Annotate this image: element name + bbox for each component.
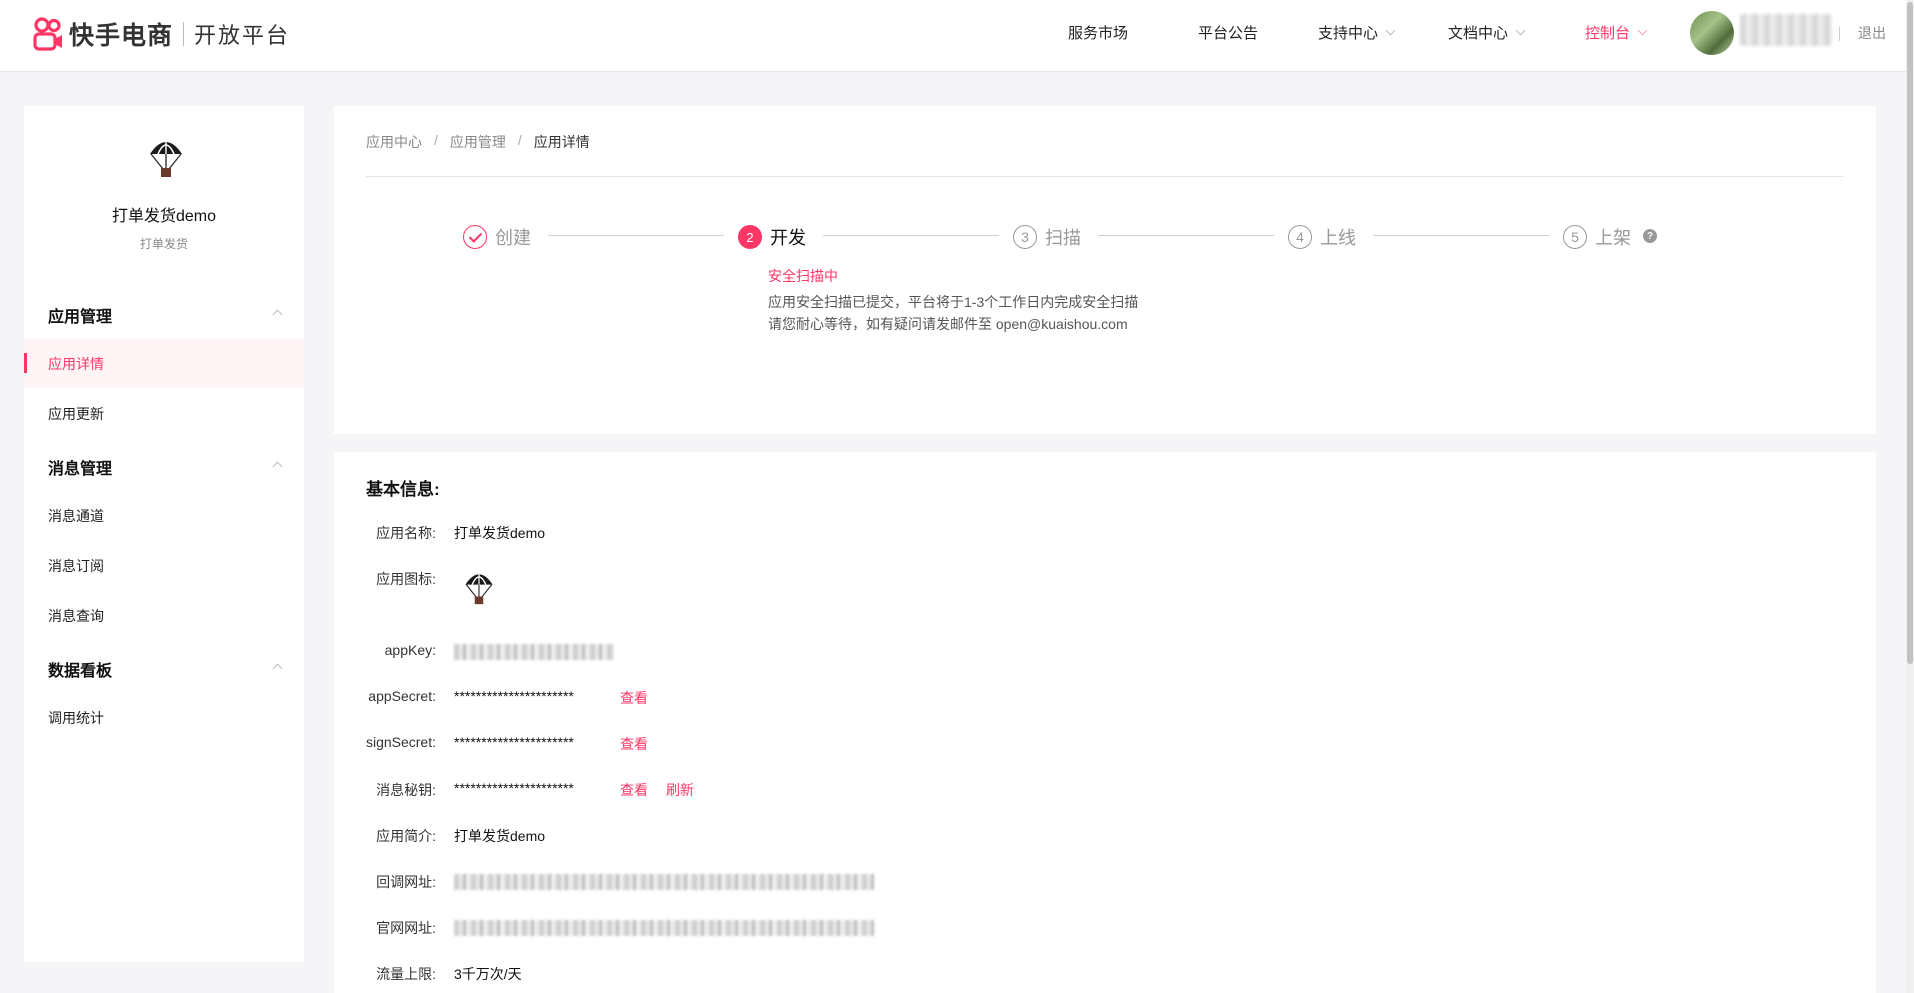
appkey-redacted: [454, 644, 614, 660]
brand-name: 快手电商: [69, 22, 174, 50]
logo[interactable]: 快手电商 开放平台: [33, 16, 290, 52]
step-connector: [1373, 235, 1549, 236]
step-develop: 2 开发: [738, 224, 806, 250]
step-online: 4 上线: [1288, 224, 1356, 250]
help-icon[interactable]: ?: [1643, 229, 1657, 243]
refresh-message-key-link[interactable]: 刷新: [666, 780, 694, 800]
breadcrumb-app-center[interactable]: 应用中心: [366, 132, 422, 152]
step-label: 上线: [1320, 228, 1356, 248]
nav-service-market[interactable]: 服务市场: [1068, 22, 1128, 43]
top-header: 快手电商 开放平台 服务市场 平台公告 支持中心 文档中心 控制台 退出: [0, 0, 1914, 72]
parachute-app-icon: [150, 138, 182, 177]
group-data-dashboard[interactable]: 数据看板: [48, 657, 112, 681]
scrollbar-thumb[interactable]: [1907, 2, 1913, 664]
active-item-indicator: [24, 353, 27, 373]
username-redacted[interactable]: [1740, 14, 1832, 46]
nav-announcements[interactable]: 平台公告: [1198, 22, 1258, 43]
label-signsecret: signSecret:: [365, 734, 436, 750]
avatar[interactable]: [1690, 11, 1734, 55]
sidebar-item-call-stats[interactable]: 调用统计: [48, 708, 104, 728]
step-connector: [548, 235, 724, 236]
value-app-name: 打单发货demo: [454, 525, 546, 541]
label-appkey: appKey:: [384, 642, 436, 658]
label-app-icon: 应用图标:: [376, 571, 436, 587]
kuaishou-logo-icon: [33, 17, 62, 51]
nav-label: 控制台: [1585, 25, 1631, 42]
callback-url-redacted: [454, 874, 874, 890]
step-number: 5: [1563, 225, 1587, 249]
value-app-intro: 打单发货demo: [454, 828, 546, 844]
label-callback-url: 回调网址:: [376, 874, 436, 890]
check-icon: [463, 225, 487, 249]
nav-label: 平台公告: [1198, 25, 1259, 42]
nav-label: 支持中心: [1318, 25, 1379, 42]
chevron-up-icon[interactable]: [272, 309, 283, 320]
header-divider: [1839, 27, 1840, 41]
value-message-key: **********************: [454, 780, 574, 796]
chevron-up-icon[interactable]: [272, 461, 283, 472]
step-number: 3: [1013, 225, 1037, 249]
step-number: 2: [738, 225, 762, 249]
sidebar-item-message-query[interactable]: 消息查询: [48, 606, 104, 626]
chevron-down-icon: [1385, 25, 1396, 35]
chevron-down-icon: [1515, 25, 1526, 35]
sidebar-item-message-channel[interactable]: 消息通道: [48, 506, 104, 526]
label-website-url: 官网网址:: [376, 920, 436, 936]
divider: [366, 176, 1844, 177]
nav-label: 服务市场: [1068, 25, 1129, 42]
nav-support-center[interactable]: 支持中心: [1318, 22, 1396, 43]
step-listing: 5 上架: [1563, 224, 1631, 250]
platform-name: 开放平台: [194, 23, 291, 48]
nav-docs-center[interactable]: 文档中心: [1448, 22, 1526, 43]
step-connector: [823, 235, 999, 236]
chevron-down-icon: [1637, 25, 1648, 35]
breadcrumb-separator: /: [434, 132, 438, 148]
sidebar-item-app-details[interactable]: 应用详情: [48, 354, 104, 374]
nav-label: 文档中心: [1448, 25, 1509, 42]
step-label: 上架: [1595, 228, 1631, 248]
website-url-redacted: [454, 920, 874, 936]
step-connector: [1098, 235, 1274, 236]
breadcrumb: 应用中心 / 应用管理 / 应用详情: [366, 132, 590, 152]
parachute-app-icon: [465, 571, 493, 605]
view-appsecret-link[interactable]: 查看: [620, 688, 648, 708]
chevron-up-icon[interactable]: [272, 663, 283, 674]
view-signsecret-link[interactable]: 查看: [620, 734, 648, 754]
nav-console[interactable]: 控制台: [1585, 22, 1648, 43]
step-create: 创建: [463, 224, 531, 250]
section-title: 基本信息:: [366, 480, 440, 499]
step-label: 开发: [770, 228, 806, 248]
basic-info-card: 基本信息: 应用名称: 打单发货demo 应用图标: appKey: appSe…: [334, 452, 1876, 993]
view-message-key-link[interactable]: 查看: [620, 780, 648, 800]
step-number: 4: [1288, 225, 1312, 249]
step-scan: 3 扫描: [1013, 224, 1081, 250]
label-app-name: 应用名称:: [376, 525, 436, 541]
sidebar: 打单发货demo 打单发货 应用管理 应用详情 应用更新 消息管理 消息通道 消…: [24, 106, 304, 962]
group-message-management[interactable]: 消息管理: [48, 455, 112, 479]
logo-divider: [183, 22, 185, 46]
app-category: 打单发货: [139, 237, 188, 251]
app-name: 打单发货demo: [111, 208, 217, 225]
label-traffic-limit: 流量上限:: [376, 966, 436, 982]
label-app-intro: 应用简介:: [376, 828, 436, 844]
label-appsecret: appSecret:: [368, 688, 436, 704]
scan-status-title: 安全扫描中: [768, 268, 838, 284]
value-traffic-limit: 3千万次/天: [454, 966, 522, 982]
step-label: 创建: [495, 228, 531, 248]
value-signsecret: **********************: [454, 734, 574, 750]
breadcrumb-current: 应用详情: [533, 134, 590, 150]
breadcrumb-separator: /: [517, 132, 522, 148]
sidebar-item-message-subscribe[interactable]: 消息订阅: [48, 556, 104, 576]
step-label: 扫描: [1045, 228, 1081, 248]
scan-status-description: 应用安全扫描已提交，平台将于1-3个工作日内完成安全扫描 请您耐心等待，如有疑问…: [768, 294, 1139, 332]
group-app-management[interactable]: 应用管理: [48, 303, 112, 327]
breadcrumb-app-management[interactable]: 应用管理: [450, 132, 506, 152]
sidebar-item-app-update[interactable]: 应用更新: [48, 404, 104, 424]
value-appsecret: **********************: [454, 688, 574, 704]
label-message-key: 消息秘钥:: [376, 782, 436, 798]
progress-card: 应用中心 / 应用管理 / 应用详情 创建 2 开发 3 扫描 4 上线 5 上…: [334, 106, 1876, 434]
logout-link[interactable]: 退出: [1858, 23, 1886, 43]
